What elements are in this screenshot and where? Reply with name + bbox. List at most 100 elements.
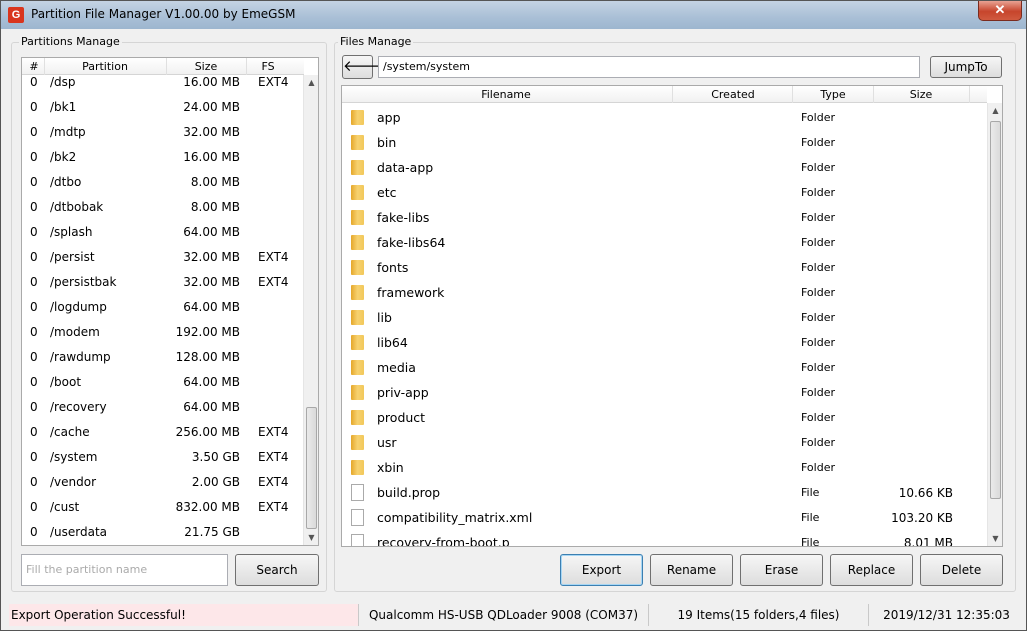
- folder-icon: [351, 460, 364, 475]
- jumpto-button[interactable]: JumpTo: [930, 56, 1002, 78]
- file-type: Folder: [801, 261, 835, 274]
- folder-icon: [351, 310, 364, 325]
- file-row[interactable]: priv-app Folder: [342, 380, 987, 405]
- partition-name: /system: [50, 450, 98, 464]
- file-row[interactable]: fonts Folder: [342, 255, 987, 280]
- file-row[interactable]: lib64 Folder: [342, 330, 987, 355]
- file-row[interactable]: product Folder: [342, 405, 987, 430]
- window-title: Partition File Manager V1.00.00 by EmeGS…: [31, 7, 296, 21]
- partition-size: 832.00 MB: [175, 500, 240, 514]
- scroll-up-icon[interactable]: ▲: [304, 75, 318, 90]
- file-row[interactable]: usr Folder: [342, 430, 987, 455]
- partition-index: 0: [30, 200, 38, 214]
- export-button[interactable]: Export: [560, 554, 643, 586]
- search-placeholder: Fill the partition name: [26, 563, 148, 576]
- column-header-size[interactable]: Size: [875, 88, 967, 101]
- file-row[interactable]: data-app Folder: [342, 155, 987, 180]
- file-row[interactable]: etc Folder: [342, 180, 987, 205]
- partition-row[interactable]: 0/cust 832.00 MB EXT4: [22, 495, 298, 520]
- partition-row[interactable]: 0/bk2 16.00 MB: [22, 145, 298, 170]
- title-bar[interactable]: G Partition File Manager V1.00.00 by Eme…: [1, 1, 1026, 29]
- partition-row[interactable]: 0/splash 64.00 MB: [22, 220, 298, 245]
- partition-row[interactable]: 0/vendor 2.00 GB EXT4: [22, 470, 298, 495]
- file-type: Folder: [801, 411, 835, 424]
- partition-index: 0: [30, 300, 38, 314]
- partition-size: 8.00 MB: [190, 200, 240, 214]
- file-name: fake-libs64: [377, 235, 446, 250]
- partition-size: 192.00 MB: [175, 325, 240, 339]
- scroll-up-icon[interactable]: ▲: [988, 103, 1002, 118]
- files-table[interactable]: Filename Created Type Size app Folder bin F…: [341, 85, 1003, 547]
- partition-name: /bk2: [50, 150, 77, 164]
- partition-fs: EXT4: [258, 275, 289, 289]
- scroll-down-icon[interactable]: ▼: [988, 531, 1002, 546]
- file-row[interactable]: compatibility_matrix.xml File 103.20 KB: [342, 505, 987, 530]
- column-header-filename[interactable]: Filename: [342, 88, 670, 101]
- partition-fs: EXT4: [258, 250, 289, 264]
- file-row[interactable]: fake-libs Folder: [342, 205, 987, 230]
- partition-row[interactable]: 0/dsp 16.00 MB EXT4: [22, 70, 298, 95]
- partition-row[interactable]: 0/persistbak 32.00 MB EXT4: [22, 270, 298, 295]
- partition-table[interactable]: # Partition Size FS 0/dsp 16.00 MB EXT4 0/b…: [21, 57, 319, 546]
- file-name: recovery-from-boot.p: [377, 535, 510, 547]
- main-window: G Partition File Manager V1.00.00 by Eme…: [0, 0, 1027, 631]
- folder-icon: [351, 435, 364, 450]
- search-button[interactable]: Search: [235, 554, 319, 586]
- back-button[interactable]: 🡐: [342, 55, 383, 79]
- file-row[interactable]: media Folder: [342, 355, 987, 380]
- file-name: usr: [377, 435, 397, 450]
- partitions-group-title: Partitions Manage: [19, 35, 122, 48]
- file-type: Folder: [801, 211, 835, 224]
- replace-button[interactable]: Replace: [830, 554, 913, 586]
- partition-row[interactable]: 0/logdump 64.00 MB: [22, 295, 298, 320]
- files-scrollbar[interactable]: ▲ ▼: [987, 103, 1002, 546]
- file-row[interactable]: recovery-from-boot.p File 8.01 MB: [342, 530, 987, 547]
- file-row[interactable]: lib Folder: [342, 305, 987, 330]
- partition-row[interactable]: 0/cache 256.00 MB EXT4: [22, 420, 298, 445]
- partition-fs: EXT4: [258, 450, 289, 464]
- partition-row[interactable]: 0/bk1 24.00 MB: [22, 95, 298, 120]
- partition-row[interactable]: 0/boot 64.00 MB: [22, 370, 298, 395]
- file-row[interactable]: xbin Folder: [342, 455, 987, 480]
- file-row[interactable]: fake-libs64 Folder: [342, 230, 987, 255]
- folder-icon: [351, 260, 364, 275]
- partition-row[interactable]: 0/persist 32.00 MB EXT4: [22, 245, 298, 270]
- folder-icon: [351, 210, 364, 225]
- path-input[interactable]: /system/system: [378, 56, 920, 78]
- partition-index: 0: [30, 500, 38, 514]
- partition-name: /splash: [50, 225, 93, 239]
- partition-name: /cust: [50, 500, 80, 514]
- partition-row[interactable]: 0/rawdump 128.00 MB: [22, 345, 298, 370]
- status-device: Qualcomm HS-USB QDLoader 9008 (COM37): [359, 604, 649, 626]
- folder-icon: [351, 160, 364, 175]
- rename-button[interactable]: Rename: [650, 554, 733, 586]
- partition-row[interactable]: 0/dtbo 8.00 MB: [22, 170, 298, 195]
- partition-scrollbar[interactable]: ▲ ▼: [303, 75, 318, 545]
- partition-size: 16.00 MB: [183, 150, 240, 164]
- column-header-created[interactable]: Created: [674, 88, 792, 101]
- file-type: Folder: [801, 186, 835, 199]
- scroll-down-icon[interactable]: ▼: [304, 530, 318, 545]
- partition-row[interactable]: 0/dtbobak 8.00 MB: [22, 195, 298, 220]
- scrollbar-thumb[interactable]: [306, 407, 317, 529]
- file-name: bin: [377, 135, 397, 150]
- partition-name: /dtbo: [50, 175, 82, 189]
- partition-row[interactable]: 0/recovery 64.00 MB: [22, 395, 298, 420]
- file-row[interactable]: build.prop File 10.66 KB: [342, 480, 987, 505]
- partition-row[interactable]: 0/mdtp 32.00 MB: [22, 120, 298, 145]
- file-row[interactable]: framework Folder: [342, 280, 987, 305]
- partition-row[interactable]: 0/userdata 21.75 GB: [22, 520, 298, 545]
- partition-name: /modem: [50, 325, 100, 339]
- partition-row[interactable]: 0/modem 192.00 MB: [22, 320, 298, 345]
- column-header-type[interactable]: Type: [794, 88, 872, 101]
- partition-search-input[interactable]: Fill the partition name: [21, 554, 228, 586]
- file-row[interactable]: bin Folder: [342, 130, 987, 155]
- file-row[interactable]: app Folder: [342, 105, 987, 130]
- delete-button[interactable]: Delete: [920, 554, 1003, 586]
- partition-size: 64.00 MB: [183, 225, 240, 239]
- erase-button[interactable]: Erase: [740, 554, 823, 586]
- file-name: framework: [377, 285, 445, 300]
- scrollbar-thumb[interactable]: [990, 121, 1001, 499]
- partition-row[interactable]: 0/system 3.50 GB EXT4: [22, 445, 298, 470]
- close-button[interactable]: ✕: [978, 1, 1022, 21]
